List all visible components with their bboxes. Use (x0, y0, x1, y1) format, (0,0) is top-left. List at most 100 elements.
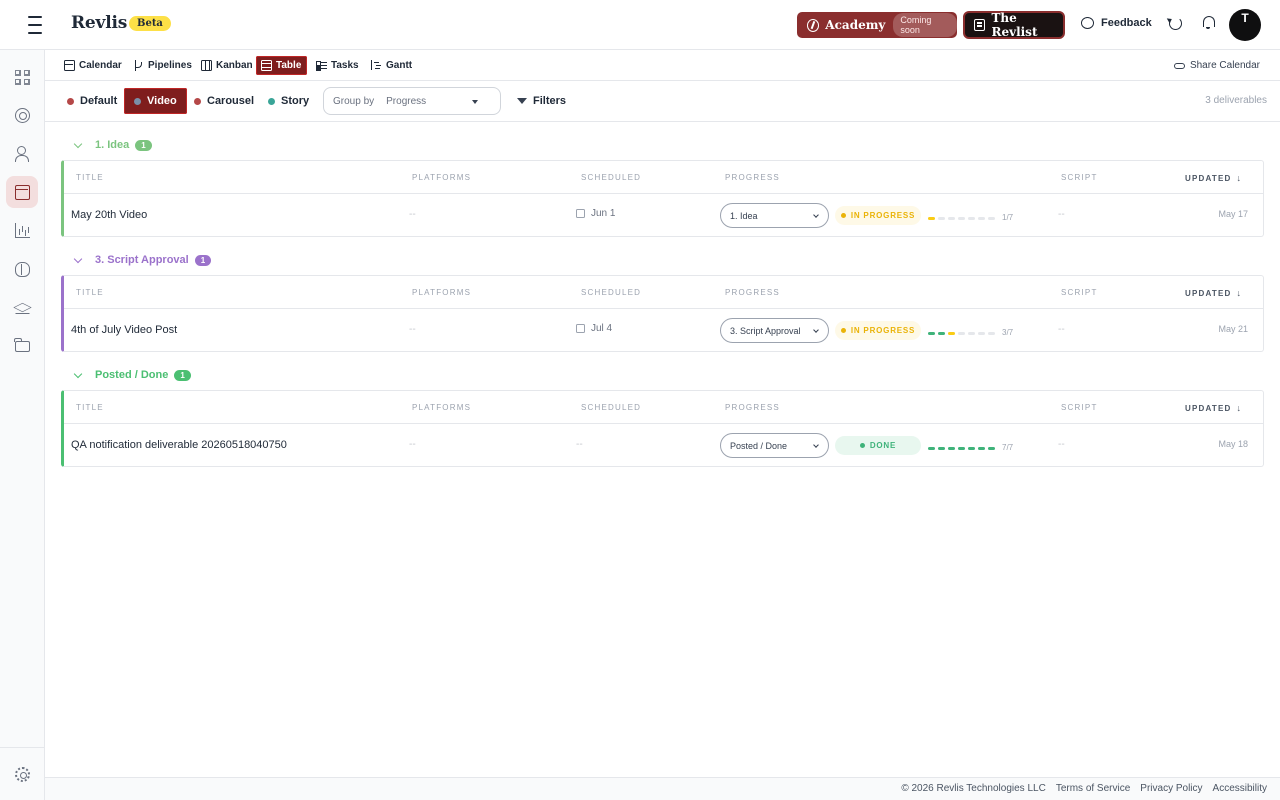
avatar[interactable]: T (1229, 9, 1261, 41)
column-header-updated[interactable]: UPDATED ↓ (1185, 288, 1241, 298)
group-header[interactable]: 1. Idea 1 (73, 139, 152, 151)
progress-segment (988, 216, 995, 220)
status-badge: IN PROGRESS (835, 206, 921, 225)
revlist-button[interactable]: The Revlist (963, 11, 1065, 39)
column-header-title: TITLE (76, 288, 104, 297)
group-name: Posted / Done (95, 369, 169, 381)
deliverable-title[interactable]: 4th of July Video Post (71, 324, 177, 336)
list-checks-icon (316, 60, 327, 71)
content-type-label: Default (80, 95, 118, 107)
platforms-value: -- (409, 209, 416, 220)
content-type-carousel[interactable]: Carousel (184, 88, 264, 114)
content-type-default[interactable]: Default (57, 88, 127, 114)
content-type-label: Story (281, 95, 310, 107)
group-count-badge: 1 (194, 254, 212, 266)
column-header-updated[interactable]: UPDATED ↓ (1185, 403, 1241, 413)
progress-select[interactable]: 3. Script Approval (720, 318, 829, 343)
academy-button[interactable]: Academy Coming soon (797, 12, 957, 38)
tab-gantt[interactable]: Gantt (366, 56, 418, 75)
group-table: TITLE PLATFORMS SCHEDULED PROGRESS SCRIPT UPD… (61, 275, 1264, 352)
filters-button[interactable]: Filters (517, 95, 566, 107)
status-badge: DONE (835, 436, 921, 455)
progress-steps: 7/7 (928, 443, 1013, 452)
tab-table[interactable]: Table (256, 56, 308, 75)
chevron-down-icon (813, 442, 819, 448)
bar-chart-icon (14, 222, 30, 238)
progress-steps: 1/7 (928, 213, 1014, 222)
column-header-progress: PROGRESS (725, 403, 780, 412)
steps-count: 1/7 (1002, 213, 1014, 222)
sidebar-item-goals[interactable] (6, 99, 38, 131)
scheduled-cell[interactable]: Jun 1 (576, 208, 615, 219)
sidebar-item-brain[interactable] (6, 253, 38, 285)
share-calendar-button[interactable]: Share Calendar (1173, 60, 1260, 71)
column-header-script: SCRIPT (1061, 288, 1098, 297)
column-header-script: SCRIPT (1061, 403, 1098, 412)
content-type-story[interactable]: Story (258, 88, 319, 114)
updated-value: May 21 (1218, 324, 1248, 334)
progress-select[interactable]: Posted / Done (720, 433, 829, 458)
updated-value: May 17 (1218, 209, 1248, 219)
sidebar-item-files[interactable] (6, 329, 38, 361)
accessibility-link[interactable]: Accessibility (1213, 783, 1267, 794)
chevron-down-icon (813, 327, 819, 333)
sidebar-item-team[interactable] (6, 137, 38, 169)
table-row[interactable]: May 20th Video -- Jun 1 1. Idea IN PROGRESS 1… (64, 194, 1263, 236)
group-by-value: Progress (386, 95, 427, 107)
brand-logo[interactable]: Revlis (71, 13, 127, 33)
privacy-link[interactable]: Privacy Policy (1140, 783, 1202, 794)
sidebar-item-settings[interactable] (6, 758, 38, 790)
compass-icon (807, 18, 820, 32)
group-count-badge: 1 (135, 139, 152, 151)
status-dot (859, 443, 865, 448)
filters-label: Filters (533, 95, 567, 107)
refresh-icon[interactable] (1169, 17, 1182, 30)
color-dot (67, 98, 74, 105)
content-type-label: Carousel (207, 95, 255, 107)
table-header: TITLE PLATFORMS SCHEDULED PROGRESS SCRIPT UPD… (64, 161, 1263, 194)
bell-icon[interactable] (1202, 16, 1215, 29)
chevron-down-icon (73, 139, 83, 148)
sidebar-item-dashboard[interactable] (6, 61, 38, 93)
group-by-label: Group by (333, 95, 375, 107)
group-header[interactable]: Posted / Done 1 (73, 369, 191, 381)
progress-steps: 3/7 (928, 328, 1013, 337)
sidebar-item-analytics[interactable] (6, 214, 38, 246)
sidebar-item-calendar[interactable] (6, 176, 38, 208)
group-by-select[interactable]: Group by Progress (323, 87, 501, 115)
table-row[interactable]: QA notification deliverable 202605180407… (64, 424, 1263, 466)
tab-label: Tasks (331, 60, 359, 71)
gear-icon (14, 766, 30, 782)
table-header: TITLE PLATFORMS SCHEDULED PROGRESS SCRIPT UPD… (64, 391, 1263, 424)
gantt-icon (371, 60, 382, 71)
scheduled-value: Jul 4 (591, 323, 613, 334)
content-type-video[interactable]: Video (124, 88, 187, 114)
scheduled-cell[interactable]: Jul 4 (576, 323, 612, 334)
sidebar-item-layers[interactable] (6, 291, 38, 323)
updated-label: UPDATED (1185, 404, 1232, 413)
academy-label: Academy (825, 18, 886, 32)
tab-kanban[interactable]: Kanban (196, 56, 259, 75)
platforms-value: -- (409, 324, 416, 335)
progress-segment (968, 331, 975, 335)
color-dot (134, 98, 141, 105)
content-type-label: Video (147, 95, 177, 107)
tab-pipelines[interactable]: Pipelines (128, 56, 198, 75)
progress-select[interactable]: 1. Idea (720, 203, 829, 228)
top-bar: Revlis Beta Academy Coming soon The Revl… (0, 0, 1280, 50)
table-row[interactable]: 4th of July Video Post -- Jul 4 3. Script A… (64, 309, 1263, 351)
tab-tasks[interactable]: Tasks (311, 56, 365, 75)
menu-icon[interactable] (24, 16, 46, 34)
terms-link[interactable]: Terms of Service (1056, 783, 1130, 794)
column-header-updated[interactable]: UPDATED ↓ (1185, 173, 1241, 183)
feedback-button[interactable]: Feedback (1081, 17, 1152, 29)
group-header[interactable]: 3. Script Approval 1 (73, 254, 212, 266)
deliverable-title[interactable]: QA notification deliverable 202605180407… (71, 439, 287, 451)
deliverable-title[interactable]: May 20th Video (71, 209, 147, 221)
deliverable-count: 3 deliverables (1205, 95, 1267, 106)
group-table: TITLE PLATFORMS SCHEDULED PROGRESS SCRIPT UPD… (61, 390, 1264, 467)
tab-calendar[interactable]: Calendar (59, 56, 128, 75)
column-header-platforms: PLATFORMS (412, 403, 472, 412)
script-value: -- (1058, 324, 1065, 335)
progress-segment (938, 446, 945, 450)
